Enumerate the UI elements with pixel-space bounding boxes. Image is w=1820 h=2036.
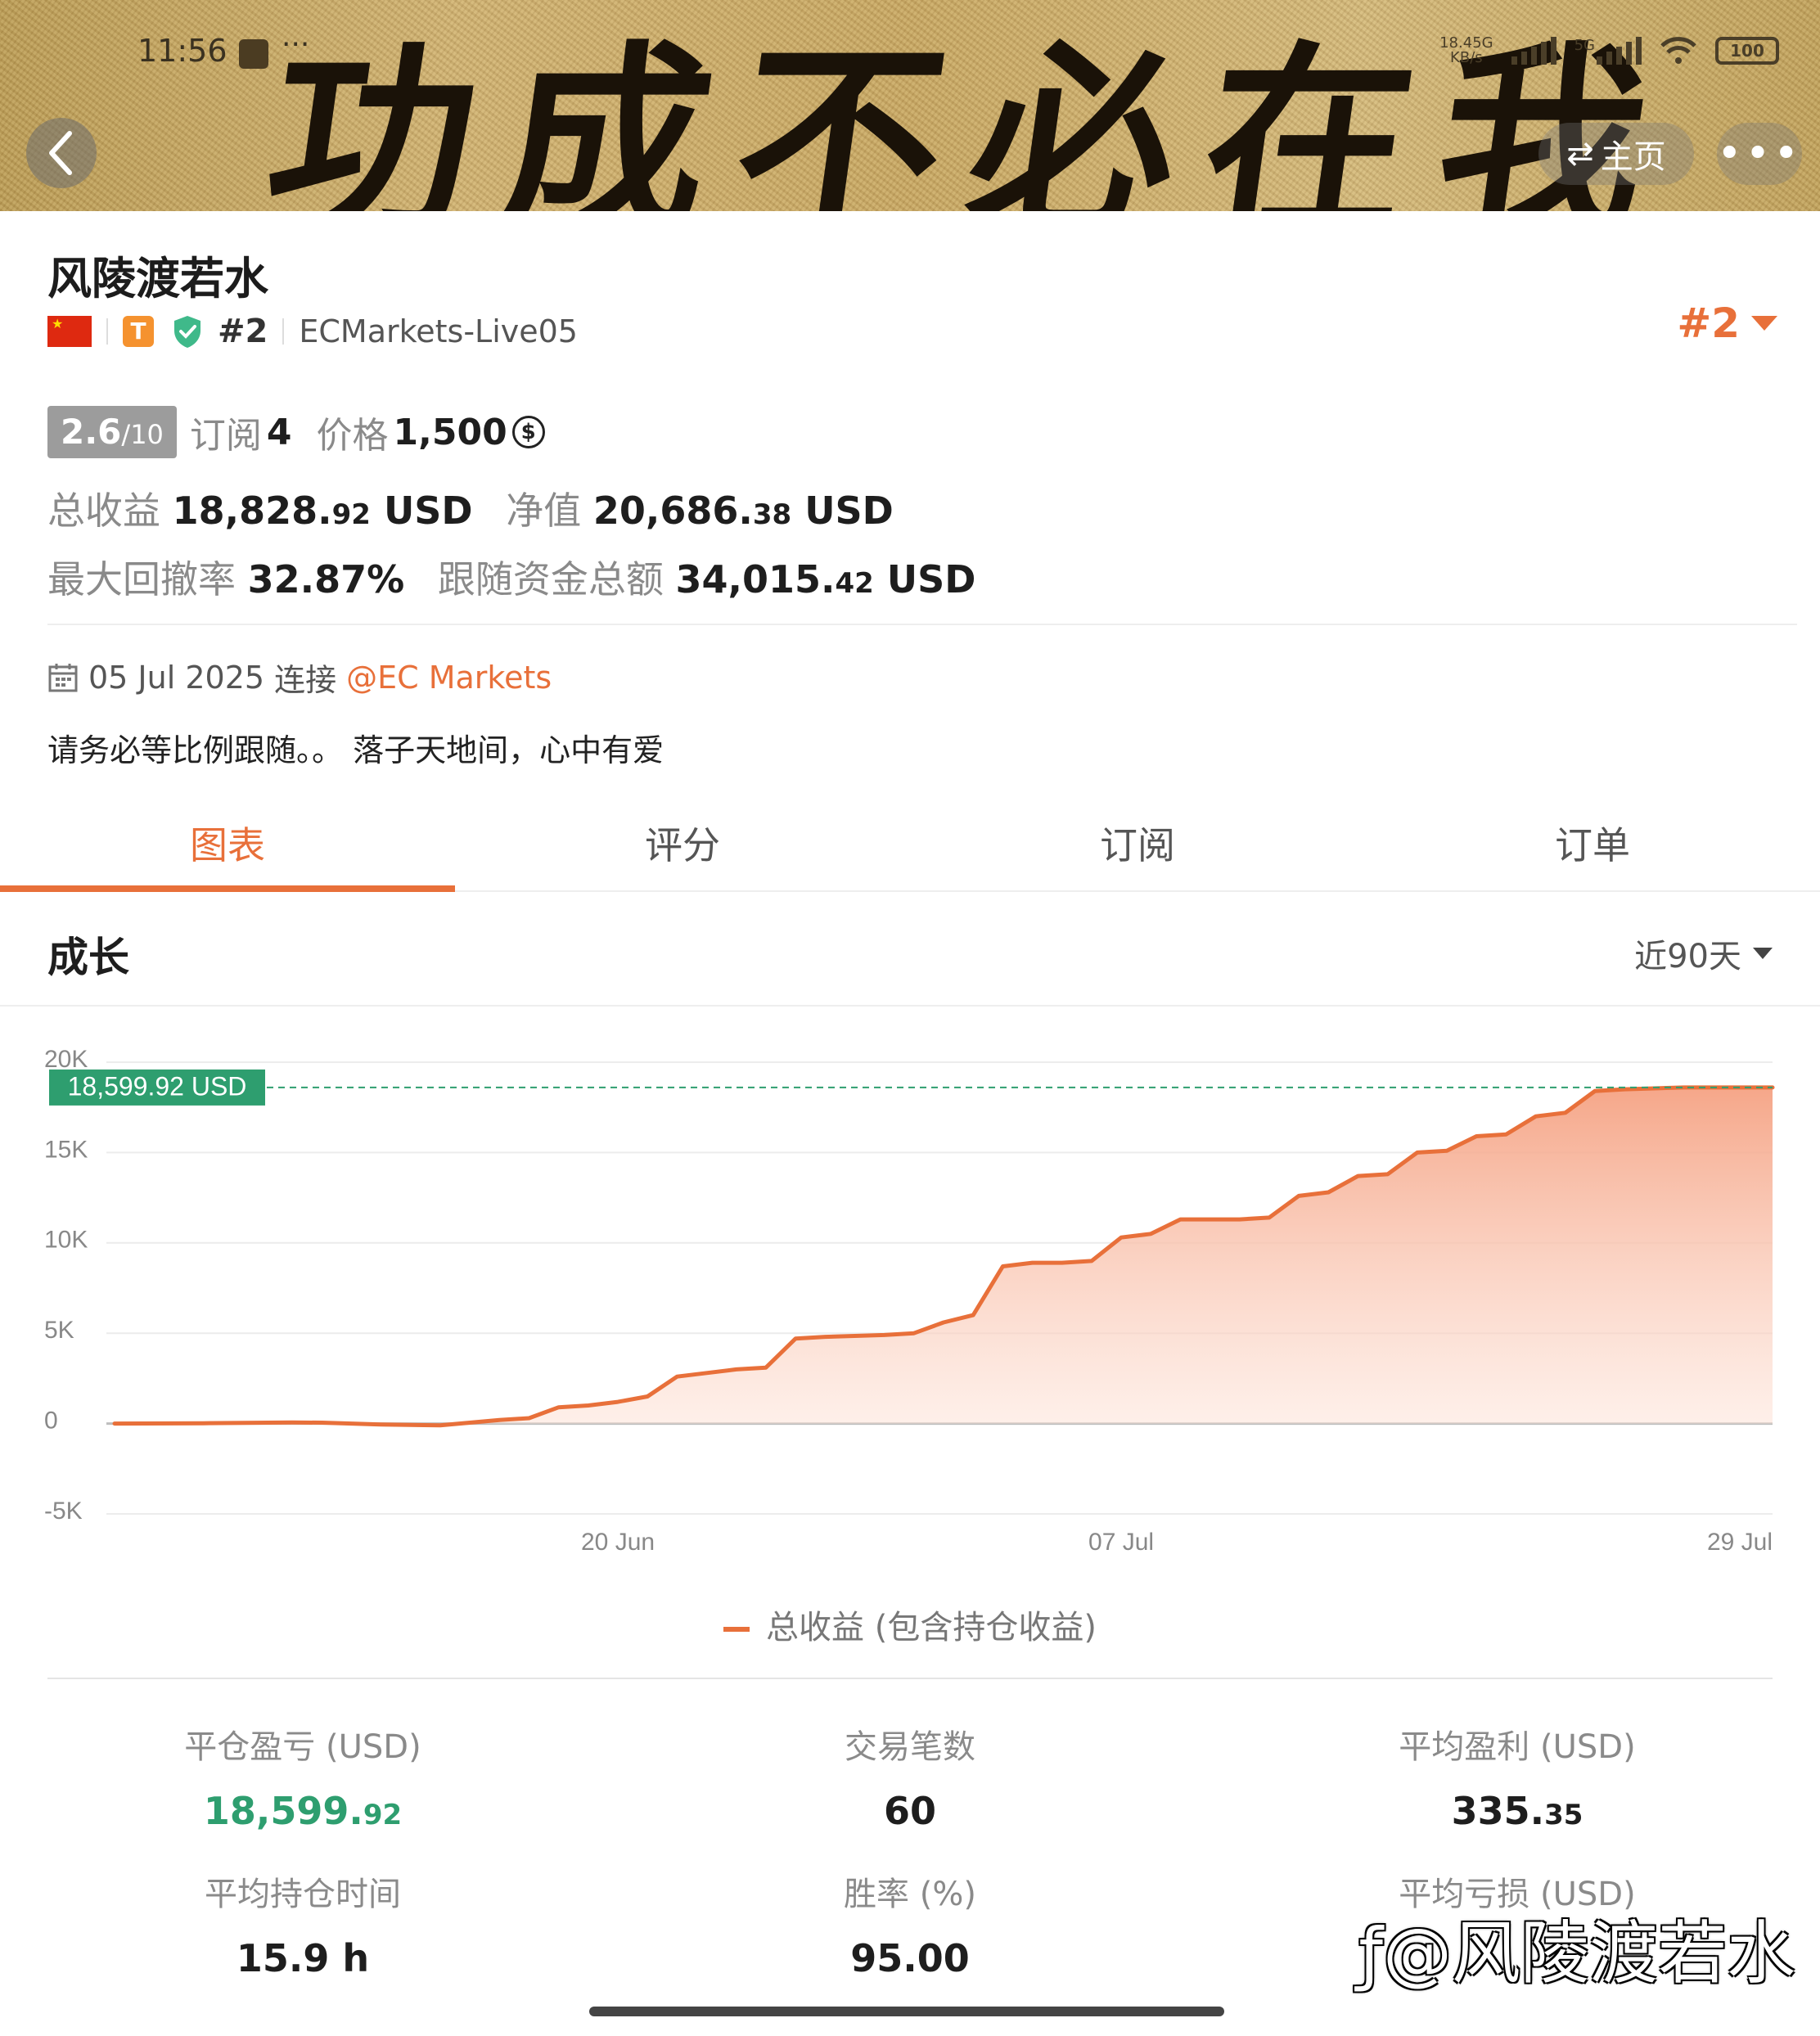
status-time: 11:56 — [137, 33, 228, 69]
stat-label: 胜率 (%) — [844, 1876, 976, 1913]
drawdown-line: 最大回撤率 32.87% 跟随资金总额 34,015.42 USD — [47, 550, 975, 604]
status-more-icon: ··· — [282, 28, 310, 61]
signal-icon — [1511, 37, 1556, 65]
chart-legend: 总收益 (包含持仓收益) — [0, 1601, 1820, 1648]
stat-value: 18,599.92 — [203, 1789, 403, 1833]
header-banner: 功成不必在我 11:56 ··· 18.45G KB/s 5G 100 ⇄ 主页 … — [0, 0, 1820, 211]
tab-chart[interactable]: 图表 — [0, 810, 455, 892]
total-profit-label: 总收益 — [47, 489, 160, 533]
stat-avg-hold-time: 平均持仓时间 15.9 h — [0, 1867, 606, 1980]
shield-check-icon — [174, 316, 200, 348]
drawdown-value: 32.87% — [247, 557, 405, 601]
section-divider — [47, 1678, 1773, 1679]
y-tick-label: 20K — [44, 1046, 88, 1073]
stat-value: 15.9 h — [236, 1936, 370, 1980]
profit-line: 总收益 18,828.92 USD 净值 20,686.38 USD — [47, 481, 894, 535]
divider — [106, 318, 108, 345]
section-divider — [0, 1005, 1820, 1007]
range-select[interactable]: 近90天 — [1634, 930, 1773, 977]
rank-dropdown-label: #2 — [1677, 300, 1740, 347]
legend-label: 总收益 (包含持仓收益) — [766, 1609, 1097, 1646]
drawdown-label: 最大回撤率 — [47, 557, 236, 601]
x-tick-label: 07 Jul — [1088, 1529, 1154, 1556]
back-button[interactable] — [26, 118, 97, 188]
caret-down-icon — [1751, 316, 1777, 331]
tab-rating[interactable]: 评分 — [455, 810, 910, 890]
x-tick-label: 20 Jun — [581, 1529, 655, 1556]
server-name: ECMarkets-Live05 — [299, 313, 578, 349]
subscribe-count: 4 — [266, 411, 292, 453]
y-tick-label: 15K — [44, 1136, 88, 1163]
current-value-label: 18,599.92 USD — [68, 1071, 247, 1101]
range-select-label: 近90天 — [1634, 938, 1741, 975]
stat-value: 335.35 — [1451, 1789, 1583, 1833]
series-area — [115, 1087, 1773, 1426]
follow-funds-value: 34,015.42 USD — [675, 557, 976, 601]
stat-avg-profit: 平均盈利 (USD) 335.35 — [1214, 1720, 1820, 1833]
home-button[interactable]: ⇄ 主页 — [1538, 123, 1694, 185]
signal-5g-icon: 5G — [1574, 37, 1642, 65]
x-tick-label: 29 Jul — [1707, 1529, 1773, 1556]
stat-label: 交易笔数 — [845, 1728, 975, 1766]
connect-verb: 连接 — [274, 662, 337, 698]
tab-subscribe[interactable]: 订阅 — [910, 810, 1365, 890]
connect-info: 05 Jul 2025 连接 @EC Markets — [47, 655, 552, 700]
caret-down-icon — [1753, 948, 1773, 959]
wifi-icon — [1660, 37, 1696, 64]
y-tick-label: 10K — [44, 1227, 88, 1254]
total-profit-value: 18,828.92 USD — [172, 489, 473, 533]
stat-label: 平均盈利 (USD) — [1399, 1728, 1636, 1766]
china-flag-icon — [47, 316, 92, 347]
y-tick-label: 5K — [44, 1317, 74, 1344]
rank-dropdown[interactable]: #2 — [1677, 300, 1777, 347]
profile-badges: T #2 ECMarkets-Live05 — [47, 311, 578, 352]
strategy-description: 请务必等比例跟随。。 落子天地间，心中有爱 — [47, 732, 664, 768]
profile-name: 风陵渡若水 — [47, 253, 268, 304]
subscribe-label: 订阅 — [189, 415, 262, 457]
equity-label: 净值 — [506, 489, 582, 533]
area-layer — [112, 1085, 1775, 1428]
battery-icon: 100 — [1715, 37, 1779, 65]
connect-date: 05 Jul 2025 — [88, 659, 265, 696]
stat-label: 平均持仓时间 — [205, 1876, 401, 1913]
trader-badge: T — [123, 316, 154, 347]
equity-value: 20,686.38 USD — [592, 489, 894, 533]
coin-icon: $ — [511, 416, 545, 448]
follow-funds-label: 跟随资金总额 — [437, 557, 664, 601]
stat-label: 平仓盈亏 (USD) — [184, 1728, 421, 1766]
score-line: 2.6/10 订阅 4 价格 1,500 $ — [47, 406, 545, 458]
chevron-left-icon — [49, 131, 72, 175]
price-label: 价格 — [316, 415, 389, 457]
legend-swatch — [723, 1627, 750, 1632]
network-speed: 18.45G KB/s — [1439, 34, 1493, 66]
status-app-icon — [239, 39, 268, 69]
stat-closed-pnl: 平仓盈亏 (USD) 18,599.92 — [0, 1720, 606, 1833]
home-button-label: 主页 — [1600, 138, 1666, 176]
growth-title: 成长 — [47, 934, 129, 981]
score-badge: 2.6/10 — [47, 406, 177, 458]
stat-value: 95.00 — [850, 1936, 970, 1980]
price-value: 1,500 — [393, 411, 507, 453]
more-options-button[interactable]: ••• — [1717, 123, 1802, 185]
swap-icon: ⇄ — [1566, 135, 1594, 173]
stat-trade-count: 交易笔数 60 — [607, 1720, 1213, 1833]
watermark-logo-icon: ƒ — [1358, 1913, 1383, 1993]
tab-orders[interactable]: 订单 — [1365, 810, 1820, 890]
broker-link[interactable]: @EC Markets — [346, 660, 552, 696]
stat-win-rate: 胜率 (%) 95.00 — [607, 1867, 1213, 1980]
growth-chart[interactable]: 20K 15K 10K 5K 0 -5K 20 Jun 07 Jul 29 Jul 18,599… — [0, 1015, 1820, 1588]
y-tick-label: 0 — [44, 1408, 58, 1435]
tab-bar: 图表 评分 订阅 订单 — [0, 810, 1820, 892]
section-divider — [47, 624, 1797, 625]
y-tick-label: -5K — [44, 1498, 83, 1525]
marker-layer: 18,599.92 USD — [49, 1069, 1773, 1106]
divider — [282, 318, 285, 345]
watermark-text: ƒ@风陵渡若水 — [1358, 1913, 1795, 1993]
calendar-icon — [48, 663, 78, 691]
home-indicator[interactable] — [589, 2007, 1224, 2016]
rank-number: #2 — [218, 313, 268, 350]
status-indicators: 18.45G KB/s 5G 100 — [1439, 36, 1779, 65]
stat-value: 60 — [883, 1789, 936, 1833]
